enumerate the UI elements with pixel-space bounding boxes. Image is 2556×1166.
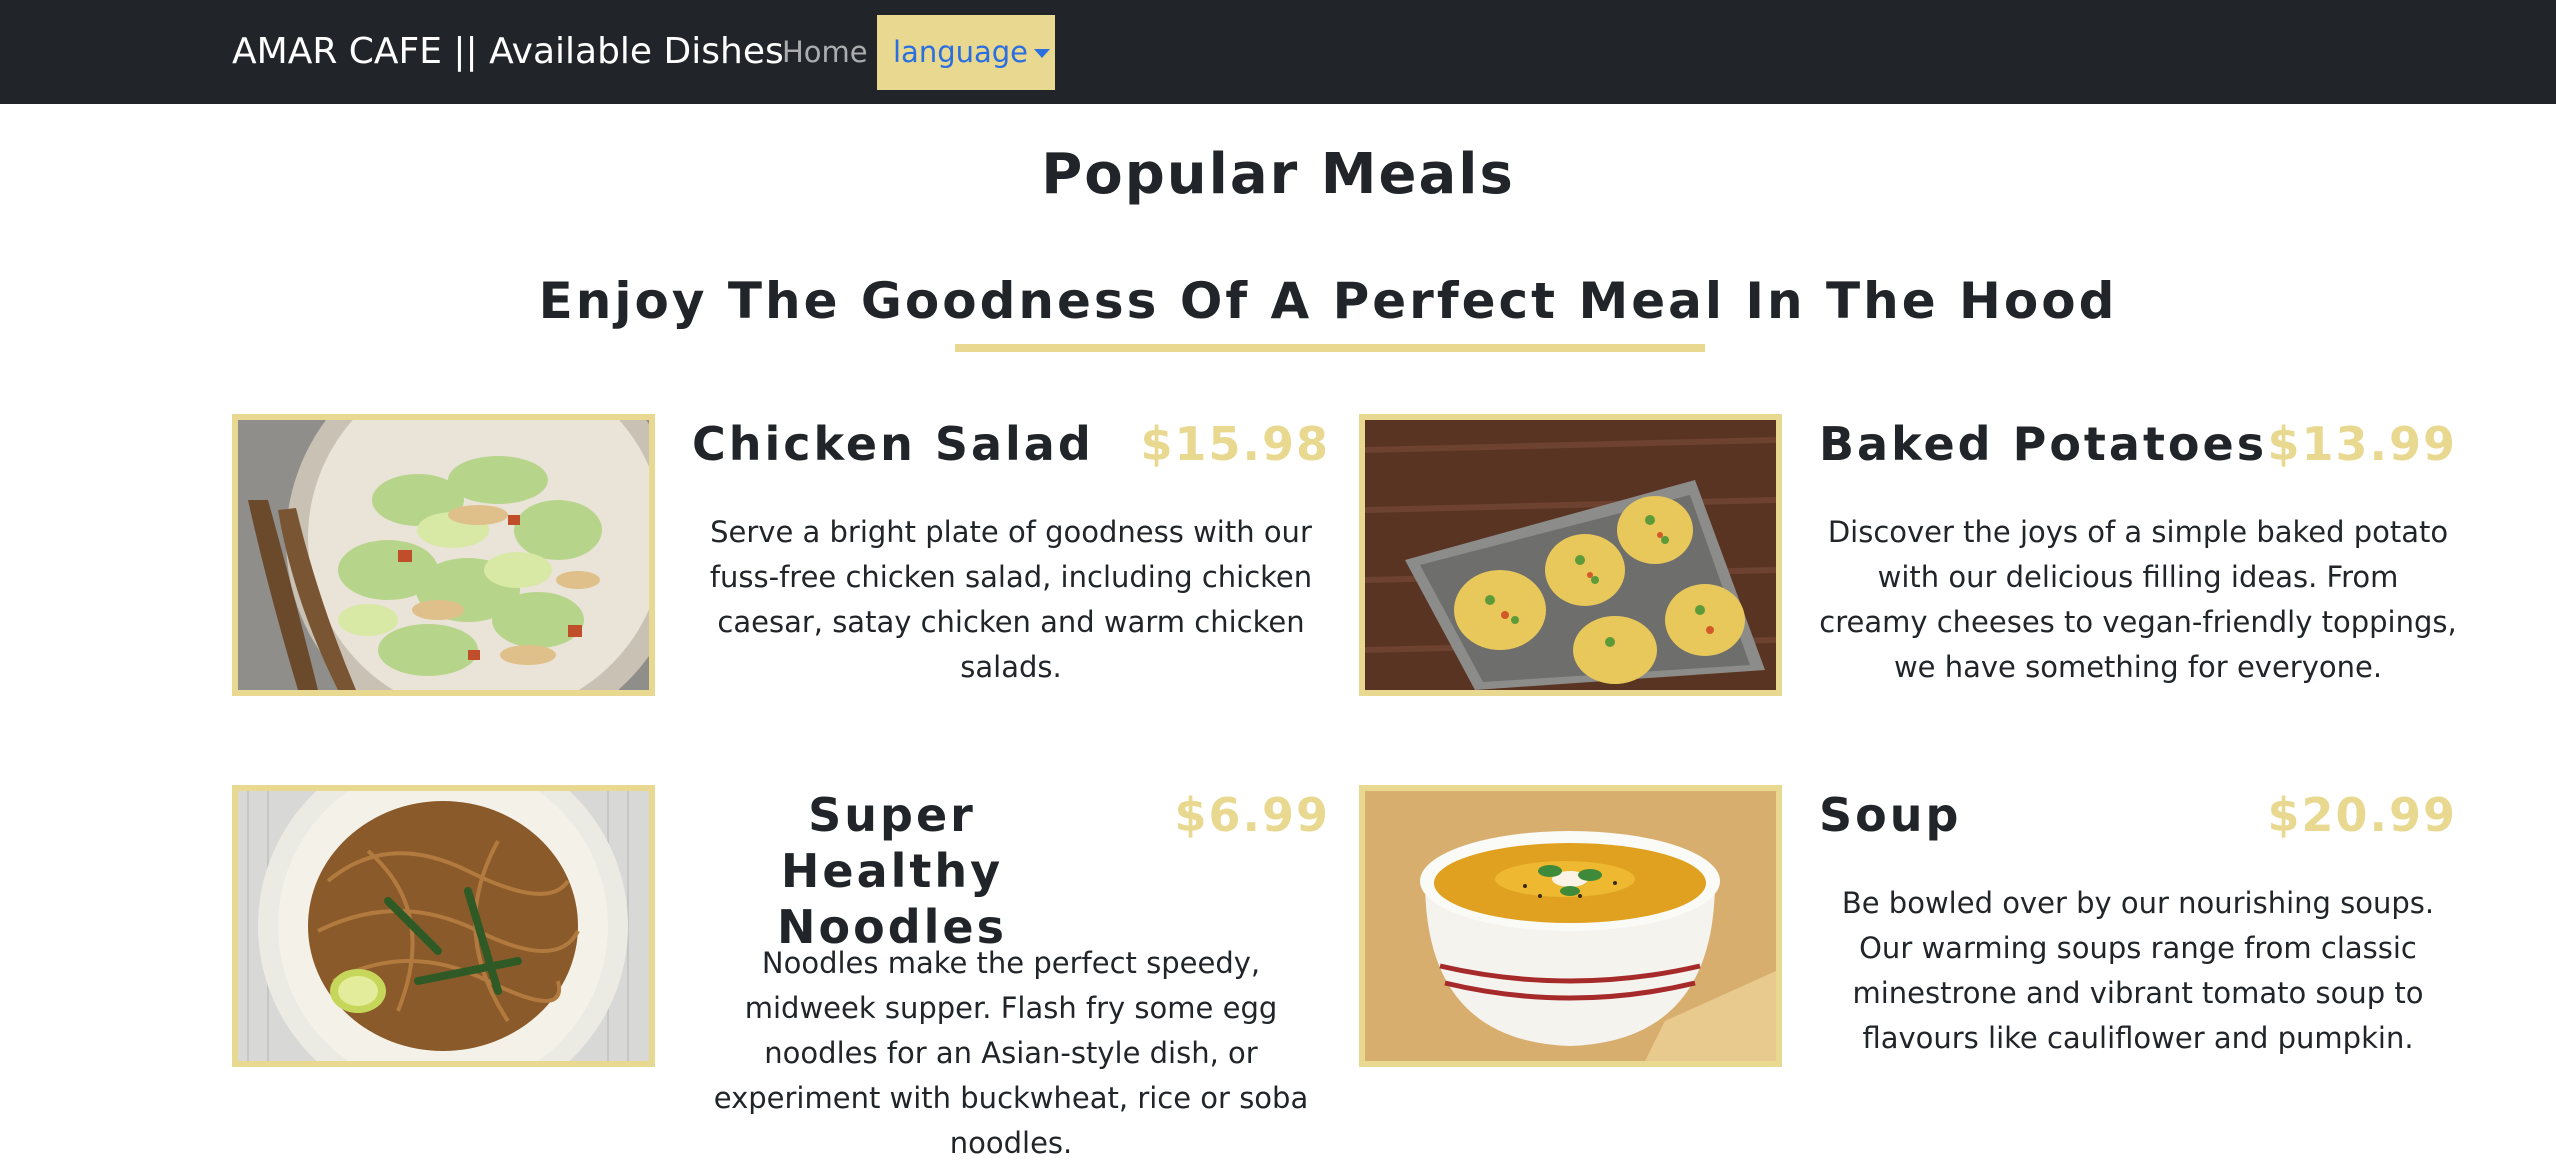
meal-card-baked-potatoes: Baked Potatoes $13.99 Discover the joys …	[1359, 414, 2457, 794]
navbar-brand[interactable]: AMAR CAFE || Available Dishes	[232, 26, 784, 78]
meal-description: Discover the joys of a simple baked pota…	[1819, 515, 2457, 684]
language-dropdown[interactable]: language	[877, 15, 1055, 90]
subtitle-underline	[955, 344, 1705, 352]
meal-card-noodles: Super Healthy Noodles $6.99 Noodles make…	[232, 785, 1330, 1165]
meal-price: $6.99	[1174, 788, 1330, 842]
meal-price: $20.99	[2267, 788, 2457, 842]
language-dropdown-label: language	[893, 35, 1029, 69]
meal-description: Noodles make the perfect speedy, midweek…	[713, 946, 1309, 1160]
meal-card-soup: Soup $20.99 Be bowled over by our nouris…	[1359, 785, 2457, 1165]
navbar: AMAR CAFE || Available Dishes Home langu…	[0, 0, 2556, 104]
soup-image	[1359, 785, 1782, 1067]
meal-name: Chicken Salad	[692, 417, 1094, 471]
page-title: Popular Meals	[0, 135, 2556, 215]
nav-link-home[interactable]: Home	[782, 26, 868, 78]
caret-down-icon	[1034, 49, 1051, 58]
page-subtitle-text: Enjoy The Goodness Of A Perfect Meal In …	[538, 272, 2118, 330]
meal-name: Super Healthy Noodles	[777, 788, 1007, 954]
meal-price: $15.98	[1140, 417, 1330, 471]
meal-description: Serve a bright plate of goodness with ou…	[709, 515, 1313, 684]
meal-price: $13.99	[2267, 417, 2457, 471]
page-subtitle: Enjoy The Goodness Of A Perfect Meal In …	[0, 266, 2556, 336]
meal-name: Baked Potatoes	[1819, 417, 2268, 471]
chicken-salad-image	[232, 414, 655, 696]
page-title-text: Popular Meals	[1041, 142, 1515, 207]
baked-potatoes-image	[1359, 414, 1782, 696]
meal-card-chicken-salad: Chicken Salad $15.98 Serve a bright plat…	[232, 414, 1330, 794]
noodles-image	[232, 785, 655, 1067]
meal-description: Be bowled over by our nourishing soups. …	[1841, 886, 2435, 1055]
meal-name: Soup	[1819, 788, 1962, 842]
